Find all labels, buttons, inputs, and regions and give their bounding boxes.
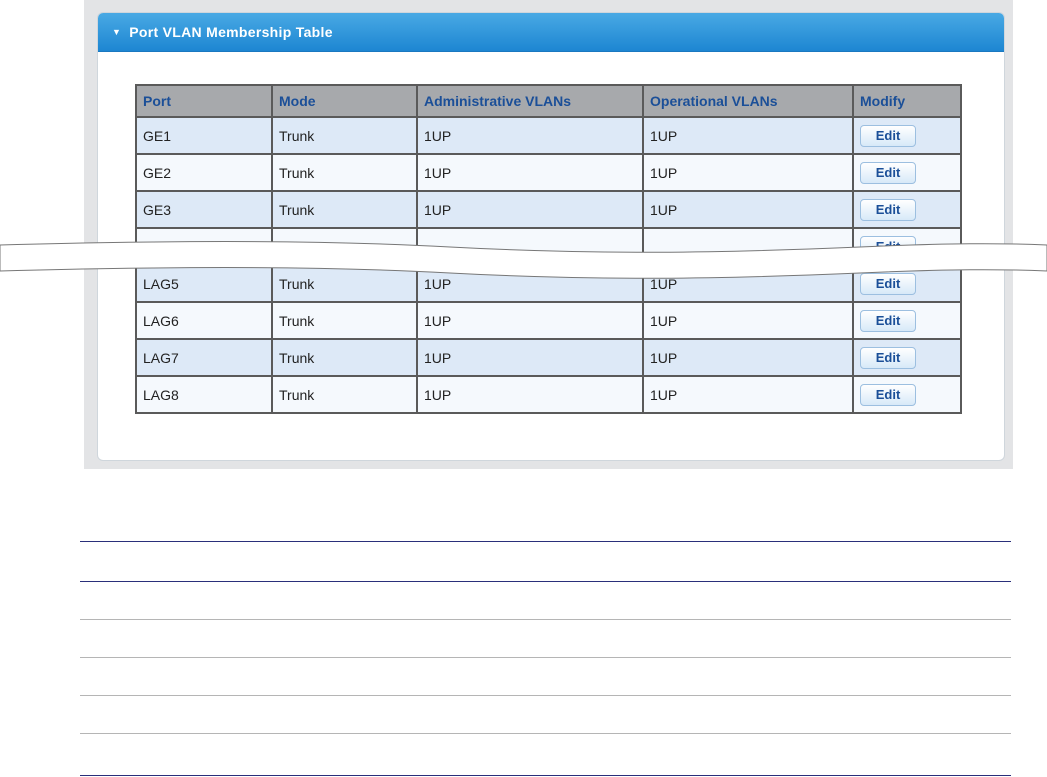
table-row: GE2 Trunk 1UP 1UP Edit [135, 153, 962, 192]
admin-vlans-cell: 1UP [416, 116, 644, 155]
mode-cell: Trunk [271, 153, 418, 192]
table-row: LAG7 Trunk 1UP 1UP Edit [135, 338, 962, 377]
edit-button[interactable]: Edit [860, 124, 916, 147]
port-cell: LAG6 [135, 301, 273, 340]
mode-cell: Trunk [271, 338, 418, 377]
modify-cell: Edit [852, 301, 962, 340]
collapse-triangle-icon[interactable]: ▼ [112, 27, 121, 37]
admin-vlans-cell: 1UP [416, 190, 644, 229]
mode-cell: Trunk [271, 375, 418, 414]
port-cell: GE2 [135, 153, 273, 192]
admin-vlans-cell: 1UP [416, 338, 644, 377]
divider-line [80, 657, 1011, 658]
oper-vlans-cell: 1UP [642, 153, 854, 192]
edit-button[interactable]: Edit [860, 383, 916, 406]
column-header-port: Port [135, 84, 273, 118]
oper-vlans-cell: 1UP [642, 190, 854, 229]
modify-cell: Edit [852, 338, 962, 377]
column-header-admin-vlans: Administrative VLANs [416, 84, 644, 118]
column-header-modify: Modify [852, 84, 962, 118]
divider-line [80, 775, 1011, 776]
oper-vlans-cell: 1UP [642, 116, 854, 155]
column-header-oper-vlans: Operational VLANs [642, 84, 854, 118]
oper-vlans-cell: 1UP [642, 375, 854, 414]
panel-header[interactable]: ▼ Port VLAN Membership Table [98, 13, 1004, 52]
page-break-overlay [0, 241, 1047, 279]
port-cell: LAG7 [135, 338, 273, 377]
oper-vlans-cell: 1UP [642, 301, 854, 340]
port-cell: GE1 [135, 116, 273, 155]
admin-vlans-cell: 1UP [416, 153, 644, 192]
admin-vlans-cell: 1UP [416, 301, 644, 340]
modify-cell: Edit [852, 116, 962, 155]
port-cell: LAG8 [135, 375, 273, 414]
table-row: LAG6 Trunk 1UP 1UP Edit [135, 301, 962, 340]
modify-cell: Edit [852, 153, 962, 192]
divider-line [80, 619, 1011, 620]
mode-cell: Trunk [271, 116, 418, 155]
table-header-row: Port Mode Administrative VLANs Operation… [135, 84, 962, 118]
divider-line [80, 541, 1011, 542]
admin-vlans-cell: 1UP [416, 375, 644, 414]
edit-button[interactable]: Edit [860, 346, 916, 369]
mode-cell: Trunk [271, 301, 418, 340]
oper-vlans-cell: 1UP [642, 338, 854, 377]
mode-cell: Trunk [271, 190, 418, 229]
panel-title: Port VLAN Membership Table [129, 24, 333, 40]
edit-button[interactable]: Edit [860, 161, 916, 184]
divider-line [80, 695, 1011, 696]
table-row: GE3 Trunk 1UP 1UP Edit [135, 190, 962, 229]
edit-button[interactable]: Edit [860, 198, 916, 221]
port-cell: GE3 [135, 190, 273, 229]
table-row: GE1 Trunk 1UP 1UP Edit [135, 116, 962, 155]
modify-cell: Edit [852, 375, 962, 414]
table-row: LAG8 Trunk 1UP 1UP Edit [135, 375, 962, 414]
edit-button[interactable]: Edit [860, 309, 916, 332]
modify-cell: Edit [852, 190, 962, 229]
column-header-mode: Mode [271, 84, 418, 118]
divider-line [80, 733, 1011, 734]
divider-line [80, 581, 1011, 582]
